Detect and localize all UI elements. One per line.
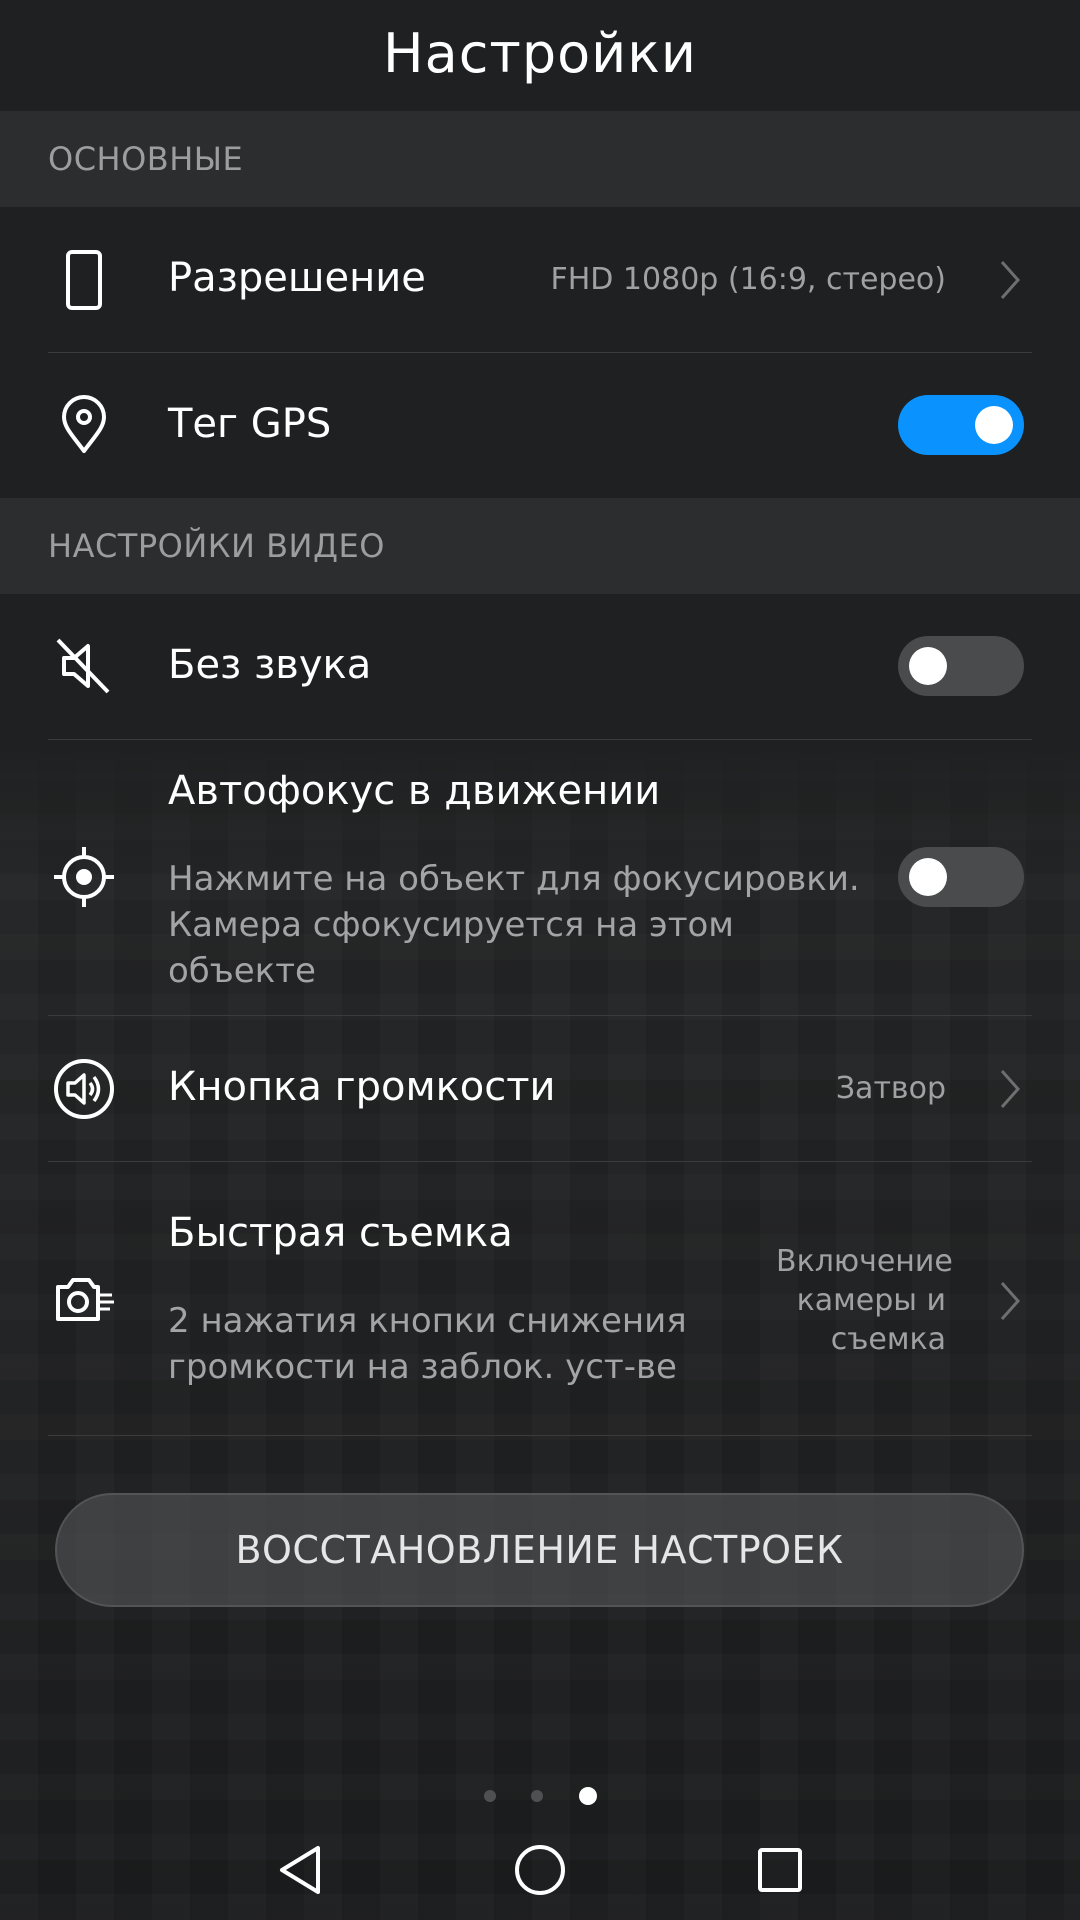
recents-icon[interactable] [750,1840,810,1900]
mute-icon [50,632,118,700]
toggle-knob [975,406,1013,444]
target-icon [50,843,118,911]
setting-row-gps[interactable]: Тег GPS [0,353,1080,498]
setting-row-quick-shot[interactable]: Быстрая съемка 2 нажатия кнопки снижения… [0,1162,1080,1436]
chevron-right-icon [996,258,1024,302]
setting-title: Автофокус в движении [168,768,661,814]
location-pin-icon [50,391,118,459]
setting-title: Кнопка громкости [168,1064,556,1110]
home-icon[interactable] [510,1840,570,1900]
setting-title: Тег GPS [168,401,332,447]
setting-description: 2 нажатия кнопки снижения громкости на з… [168,1301,687,1387]
app-header: Настройки [0,0,1080,111]
setting-description: Нажмите на объект для фокусировки. Камер… [168,859,860,991]
page-dot-3[interactable] [579,1787,597,1805]
phone-icon [50,246,118,314]
system-navigation-bar [0,1820,1080,1920]
back-icon[interactable] [270,1840,330,1900]
page-indicator [0,1786,1080,1806]
section-label: НАСТРОЙКИ ВИДЕО [48,527,385,565]
toggle-knob [909,858,947,896]
setting-value: FHD 1080p (16:9, стерео) [550,262,946,297]
chevron-right-icon [996,1279,1024,1323]
setting-row-volume-button[interactable]: Кнопка громкости Затвор [0,1016,1080,1162]
toggle-knob [909,647,947,685]
section-header-basic: ОСНОВНЫЕ [0,111,1080,207]
page-dot-2[interactable] [531,1790,543,1802]
setting-title: Разрешение [168,255,426,301]
section-header-video: НАСТРОЙКИ ВИДЕО [0,498,1080,594]
divider [48,1435,1032,1436]
page-title: Настройки [383,22,697,85]
setting-value: Затвор [835,1071,946,1106]
quick-camera-icon [50,1265,118,1333]
page-dot-1[interactable] [484,1790,496,1802]
setting-row-resolution[interactable]: Разрешение FHD 1080p (16:9, стерео) [0,207,1080,353]
mute-toggle[interactable] [898,636,1024,696]
chevron-right-icon [996,1067,1024,1111]
setting-row-autofocus[interactable]: Автофокус в движении Нажмите на объект д… [0,740,1080,1016]
setting-value: Включение камеры и съемка [776,1244,953,1357]
section-label: ОСНОВНЫЕ [48,140,244,178]
autofocus-toggle[interactable] [898,847,1024,907]
setting-row-mute[interactable]: Без звука [0,594,1080,740]
setting-title: Быстрая съемка [168,1210,513,1256]
gps-toggle[interactable] [898,395,1024,455]
reset-settings-button[interactable]: ВОССТАНОВЛЕНИЕ НАСТРОЕК [55,1493,1024,1607]
setting-title: Без звука [168,642,372,688]
speaker-icon [50,1055,118,1123]
